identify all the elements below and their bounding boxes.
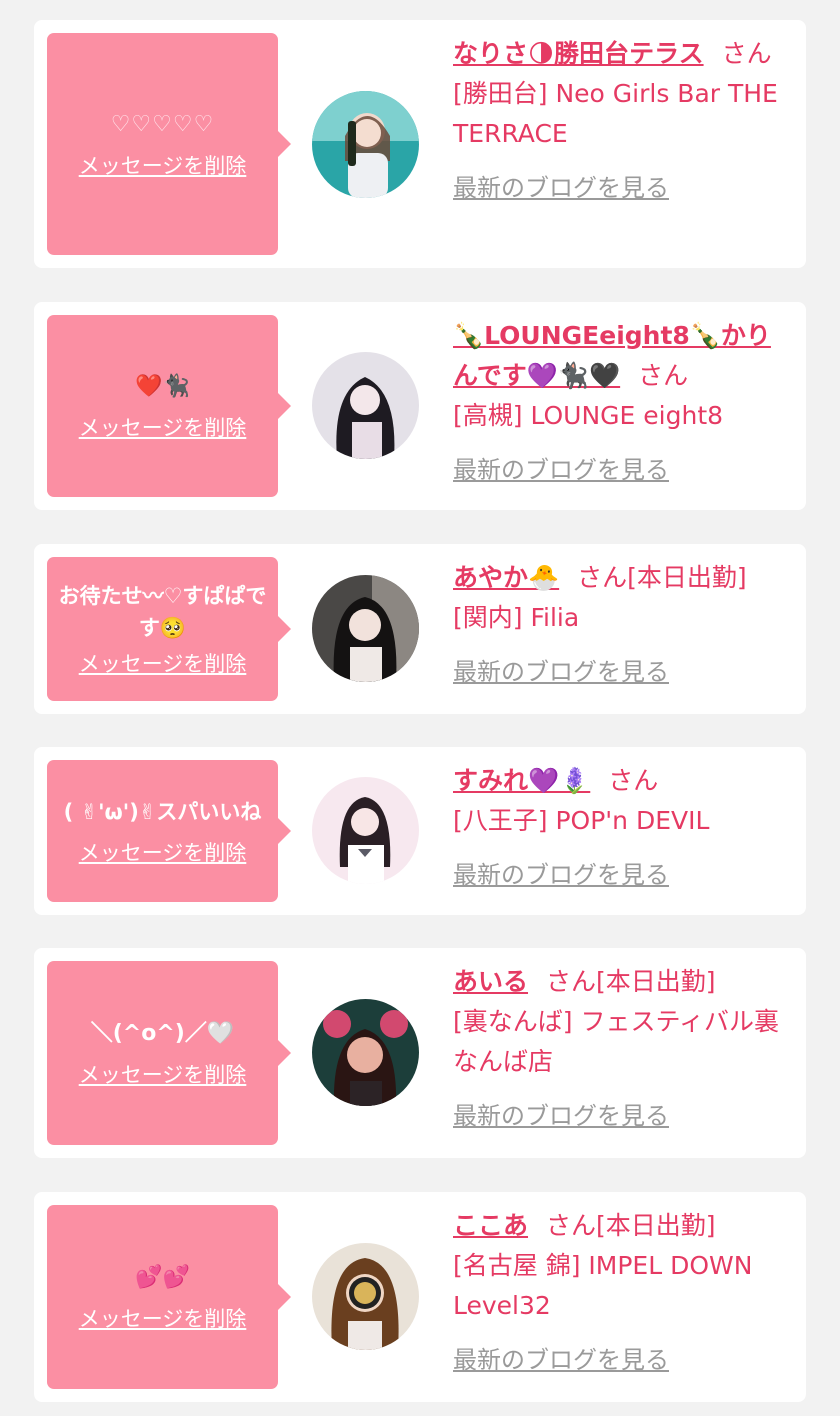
favorite-card: ( ✌︎'ω')✌︎スパいいね メッセージを削除 すみれ💜🪻 さん [八王子] P…	[34, 747, 806, 915]
latest-blog-link[interactable]: 最新のブログを見る	[453, 652, 669, 692]
delete-message-link[interactable]: メッセージを削除	[79, 1303, 247, 1333]
message-text: お待たせ〰♡すぱぱです🥺	[58, 584, 267, 640]
message-bubble: ＼(^o^)／🤍 メッセージを削除	[47, 961, 291, 1145]
honorific: さん	[577, 563, 628, 592]
honorific: さん	[546, 967, 597, 996]
user-info: なりさ🌗勝田台テラス さん [勝田台] Neo Girls Bar THE TER…	[453, 34, 790, 208]
user-name-link[interactable]: ここあ	[453, 1211, 528, 1240]
message-bubble: ( ✌︎'ω')✌︎スパいいね メッセージを削除	[47, 760, 291, 902]
favorite-card: ❤️🐈‍⬛ メッセージを削除 🍾LOUNGEeight8🍾かりんです💜🐈‍⬛🖤 さ…	[34, 302, 806, 510]
message-bubble: お待たせ〰♡すぱぱです🥺 メッセージを削除	[47, 557, 291, 701]
avatar[interactable]	[312, 777, 419, 884]
avatar-photo	[312, 999, 419, 1106]
latest-blog-link[interactable]: 最新のブログを見る	[453, 1096, 669, 1136]
shop-info: [高槻] LOUNGE eight8	[453, 401, 724, 430]
user-info: あいる さん[本日出勤] [裏なんば] フェスティバル裏なんば店 最新のブログを見…	[453, 962, 790, 1136]
message-bubble: ♡♡♡♡♡ メッセージを削除	[47, 33, 291, 255]
status-badge: [本日出勤]	[596, 1211, 716, 1240]
shop-info: [勝田台] Neo Girls Bar THE TERRACE	[453, 79, 778, 148]
delete-message-link[interactable]: メッセージを削除	[79, 1059, 247, 1089]
status-badge: [本日出勤]	[596, 967, 716, 996]
delete-message-link[interactable]: メッセージを削除	[79, 412, 247, 442]
message-bubble: ❤️🐈‍⬛ メッセージを削除	[47, 315, 291, 497]
latest-blog-link[interactable]: 最新のブログを見る	[453, 168, 669, 208]
honorific: さん	[638, 361, 689, 390]
latest-blog-link[interactable]: 最新のブログを見る	[453, 1340, 669, 1380]
avatar-photo	[312, 1243, 419, 1350]
user-name-link[interactable]: 🍾LOUNGEeight8🍾かりんです💜🐈‍⬛🖤	[453, 321, 771, 390]
honorific: さん	[546, 1211, 597, 1240]
favorite-card: 💕💕 メッセージを削除 ここあ さん[本日出勤] [名古屋 錦] IMPEL DO…	[34, 1192, 806, 1402]
avatar-photo	[312, 91, 419, 198]
user-name-link[interactable]: すみれ💜🪻	[453, 766, 590, 795]
user-info: あやか🐣 さん[本日出勤] [関内] Filia 最新のブログを見る	[453, 558, 790, 692]
latest-blog-link[interactable]: 最新のブログを見る	[453, 855, 669, 895]
message-text: ＼(^o^)／🤍	[90, 1021, 235, 1046]
delete-message-link[interactable]: メッセージを削除	[79, 150, 247, 180]
message-text: ❤️🐈‍⬛	[135, 374, 190, 399]
favorite-card: ＼(^o^)／🤍 メッセージを削除 あいる さん[本日出勤] [裏なんば] フェス…	[34, 948, 806, 1158]
shop-info: [八王子] POP'n DEVIL	[453, 806, 710, 835]
avatar-photo	[312, 777, 419, 884]
delete-message-link[interactable]: メッセージを削除	[79, 837, 247, 867]
honorific: さん	[721, 39, 772, 68]
user-info: 🍾LOUNGEeight8🍾かりんです💜🐈‍⬛🖤 さん [高槻] LOUNGE e…	[453, 316, 790, 490]
avatar-photo	[312, 575, 419, 682]
favorites-list: ♡♡♡♡♡ メッセージを削除 なりさ🌗勝田台テラス さん [勝田台] Neo Gi…	[0, 0, 840, 1416]
shop-info: [名古屋 錦] IMPEL DOWN Level32	[453, 1251, 753, 1320]
user-info: ここあ さん[本日出勤] [名古屋 錦] IMPEL DOWN Level32 最…	[453, 1206, 790, 1380]
user-name-link[interactable]: あやか🐣	[453, 563, 559, 592]
status-badge: [本日出勤]	[627, 563, 747, 592]
favorite-card: お待たせ〰♡すぱぱです🥺 メッセージを削除 あやか🐣 さん[本日出勤] [関内] …	[34, 544, 806, 714]
avatar-photo	[312, 352, 419, 459]
avatar[interactable]	[312, 352, 419, 459]
honorific: さん	[608, 766, 659, 795]
avatar[interactable]	[312, 1243, 419, 1350]
message-text: ( ✌︎'ω')✌︎スパいいね	[63, 800, 262, 824]
shop-info: [関内] Filia	[453, 603, 580, 632]
user-name-link[interactable]: なりさ🌗勝田台テラス	[453, 39, 704, 68]
favorite-card: ♡♡♡♡♡ メッセージを削除 なりさ🌗勝田台テラス さん [勝田台] Neo Gi…	[34, 20, 806, 268]
message-text: ♡♡♡♡♡	[110, 112, 215, 137]
delete-message-link[interactable]: メッセージを削除	[79, 648, 247, 678]
avatar[interactable]	[312, 999, 419, 1106]
user-name-link[interactable]: あいる	[453, 967, 528, 996]
avatar[interactable]	[312, 575, 419, 682]
shop-info: [裏なんば] フェスティバル裏なんば店	[453, 1007, 779, 1076]
message-text: 💕💕	[135, 1265, 190, 1290]
avatar[interactable]	[312, 91, 419, 198]
latest-blog-link[interactable]: 最新のブログを見る	[453, 450, 669, 490]
user-info: すみれ💜🪻 さん [八王子] POP'n DEVIL 最新のブログを見る	[453, 761, 790, 895]
message-bubble: 💕💕 メッセージを削除	[47, 1205, 291, 1389]
